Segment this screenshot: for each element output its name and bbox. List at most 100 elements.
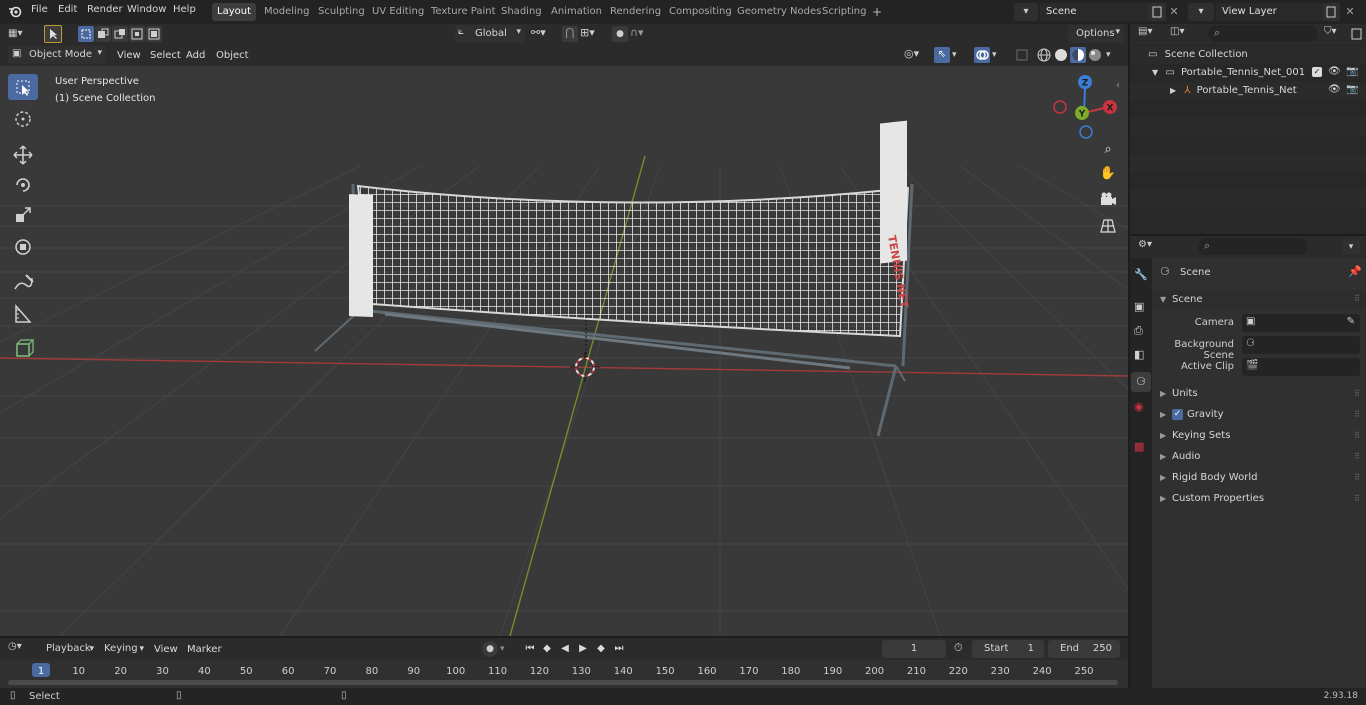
- tab-sculpting[interactable]: Sculpting: [313, 3, 370, 21]
- panel-gravity[interactable]: ▶ ✓ Gravity ⠿: [1156, 405, 1362, 425]
- tool-cursor[interactable]: [8, 106, 38, 132]
- properties-editor-type-icon[interactable]: ⚙▾: [1138, 239, 1152, 250]
- material-preview-icon[interactable]: [1070, 47, 1086, 63]
- drag-handle-icon[interactable]: ⠿: [1354, 405, 1360, 425]
- view-layer-tab-icon[interactable]: ◧: [1134, 348, 1144, 361]
- xray-toggle-icon[interactable]: [1014, 47, 1030, 63]
- snap-toggle-icon[interactable]: ⋂: [562, 26, 578, 42]
- properties-search-input[interactable]: ⌕: [1198, 238, 1308, 255]
- tool-rotate[interactable]: [8, 172, 38, 198]
- panel-rigid-body-world[interactable]: ▶ Rigid Body World ⠿: [1156, 468, 1362, 488]
- new-collection-icon[interactable]: [1350, 26, 1364, 42]
- blender-logo-icon[interactable]: [8, 4, 22, 18]
- texture-tab-icon[interactable]: ▩: [1134, 440, 1144, 453]
- rendered-shading-icon[interactable]: [1087, 47, 1103, 63]
- tab-geometry-nodes[interactable]: Geometry Nodes: [732, 3, 826, 21]
- tool-scale[interactable]: [8, 203, 38, 229]
- eye-icon[interactable]: 👁: [1328, 84, 1341, 95]
- tool-transform[interactable]: [8, 234, 38, 260]
- menu-window[interactable]: Window: [127, 4, 166, 15]
- tab-scripting[interactable]: Scripting: [817, 3, 871, 21]
- view-layer-browse-icon[interactable]: ▾: [1188, 3, 1214, 21]
- tool-move[interactable]: [8, 142, 38, 168]
- drag-handle-icon[interactable]: ⠿: [1354, 384, 1360, 404]
- menu-help[interactable]: Help: [173, 4, 196, 15]
- exclude-checkbox[interactable]: ✓: [1312, 67, 1322, 77]
- stopwatch-icon[interactable]: ⏱: [954, 641, 970, 657]
- navigation-gizmo[interactable]: X Z Y: [1048, 72, 1122, 146]
- keying-menu[interactable]: Keying ▾: [98, 640, 146, 658]
- scene-browse-icon[interactable]: ▾: [1014, 3, 1038, 21]
- menu-file[interactable]: File: [31, 4, 48, 15]
- options-dropdown[interactable]: Options ▾: [1068, 25, 1124, 43]
- tool-measure[interactable]: [8, 301, 38, 327]
- timeline-scrollbar[interactable]: [8, 680, 1118, 685]
- select-mode-new-icon[interactable]: [78, 26, 94, 42]
- play-icon[interactable]: ▶: [575, 641, 591, 657]
- shading-dropdown-icon[interactable]: ▾: [1106, 47, 1118, 63]
- active-clip-field[interactable]: 🎬: [1242, 358, 1360, 376]
- keying-dropdown-icon[interactable]: ▾: [500, 641, 514, 657]
- proportional-falloff-icon[interactable]: ∩▾: [630, 26, 656, 42]
- eyedropper-icon[interactable]: ✎: [1347, 316, 1355, 327]
- panel-audio[interactable]: ▶ Audio ⠿: [1156, 447, 1362, 467]
- end-frame-field[interactable]: End 250: [1048, 640, 1120, 658]
- menu-edit[interactable]: Edit: [58, 4, 77, 15]
- new-view-layer-icon[interactable]: [1322, 3, 1340, 21]
- outliner-display-mode-icon[interactable]: ◫▾: [1170, 26, 1184, 37]
- tab-animation[interactable]: Animation: [546, 3, 607, 21]
- tab-shading[interactable]: Shading: [496, 3, 547, 21]
- expand-arrow-icon[interactable]: ▼: [1152, 68, 1158, 77]
- scene-tab-icon[interactable]: ⚆: [1131, 372, 1151, 392]
- drag-handle-icon[interactable]: ⠿: [1354, 447, 1360, 467]
- panel-custom-properties[interactable]: ▶ Custom Properties ⠿: [1156, 489, 1362, 509]
- current-frame-field[interactable]: 1: [882, 640, 946, 658]
- jump-end-icon[interactable]: ⏭: [611, 641, 627, 657]
- wireframe-shading-icon[interactable]: [1036, 47, 1052, 63]
- solid-shading-icon[interactable]: [1053, 47, 1069, 63]
- filter-icon[interactable]: ⛉▾: [1324, 26, 1337, 37]
- camera-icon[interactable]: 📷: [1346, 66, 1358, 77]
- gravity-checkbox[interactable]: ✓: [1172, 408, 1183, 420]
- select-mode-invert-icon[interactable]: [129, 26, 145, 42]
- panel-units[interactable]: ▶ Units ⠿: [1156, 384, 1362, 404]
- outliner-search-input[interactable]: ⌕: [1208, 25, 1318, 42]
- outliner-item-tennis-net[interactable]: ▶ ⅄ Portable_Tennis_Net 👁 📷: [1170, 84, 1366, 96]
- start-frame-field[interactable]: Start 1: [972, 640, 1044, 658]
- tab-uv-editing[interactable]: UV Editing: [367, 3, 429, 21]
- pin-icon[interactable]: 📌: [1348, 265, 1362, 278]
- add-workspace-button[interactable]: +: [867, 3, 887, 21]
- view-layer-name-field[interactable]: View Layer: [1216, 3, 1322, 21]
- timeline-menu-marker[interactable]: Marker: [187, 642, 222, 658]
- tab-modeling[interactable]: Modeling: [259, 3, 315, 21]
- editor-type-icon[interactable]: ▦▾: [8, 26, 34, 42]
- eye-icon[interactable]: 👁: [1328, 66, 1341, 77]
- camera-icon[interactable]: 📷: [1346, 84, 1358, 95]
- viewport-menu-select[interactable]: Select: [150, 48, 181, 64]
- tab-rendering[interactable]: Rendering: [605, 3, 666, 21]
- proportional-edit-icon[interactable]: ●: [612, 26, 628, 42]
- menu-render[interactable]: Render: [87, 4, 123, 15]
- gizmo-toggle-icon[interactable]: ⇖: [934, 47, 950, 63]
- viewport-menu-view[interactable]: View: [117, 48, 141, 64]
- gizmo-dropdown-icon[interactable]: ▾: [952, 47, 964, 63]
- overlays-dropdown-icon[interactable]: ▾: [992, 47, 1004, 63]
- select-mode-subtract-icon[interactable]: [112, 26, 128, 42]
- playback-menu[interactable]: Playback ▾: [40, 640, 96, 658]
- world-tab-icon[interactable]: ◉: [1134, 400, 1144, 413]
- camera-view-icon[interactable]: [1098, 190, 1118, 210]
- zoom-icon[interactable]: ⌕: [1098, 142, 1118, 162]
- jump-start-icon[interactable]: ⏮: [522, 641, 538, 657]
- jump-prev-keyframe-icon[interactable]: ◆: [539, 641, 555, 657]
- properties-options-icon[interactable]: ▾: [1342, 239, 1360, 255]
- perspective-toggle-icon[interactable]: [1098, 216, 1118, 236]
- tab-layout[interactable]: Layout: [212, 3, 256, 21]
- object-mode-dropdown[interactable]: ▣ Object Mode ▾: [8, 46, 106, 64]
- tab-texture-paint[interactable]: Texture Paint: [426, 3, 501, 21]
- play-reverse-icon[interactable]: ◀: [557, 641, 573, 657]
- scene-name-field[interactable]: Scene: [1040, 3, 1148, 21]
- background-scene-field[interactable]: ⚆: [1242, 336, 1360, 354]
- new-scene-icon[interactable]: [1148, 3, 1166, 21]
- select-mode-intersect-icon[interactable]: [146, 26, 162, 42]
- pivot-point-icon[interactable]: ⚯▾: [531, 26, 557, 42]
